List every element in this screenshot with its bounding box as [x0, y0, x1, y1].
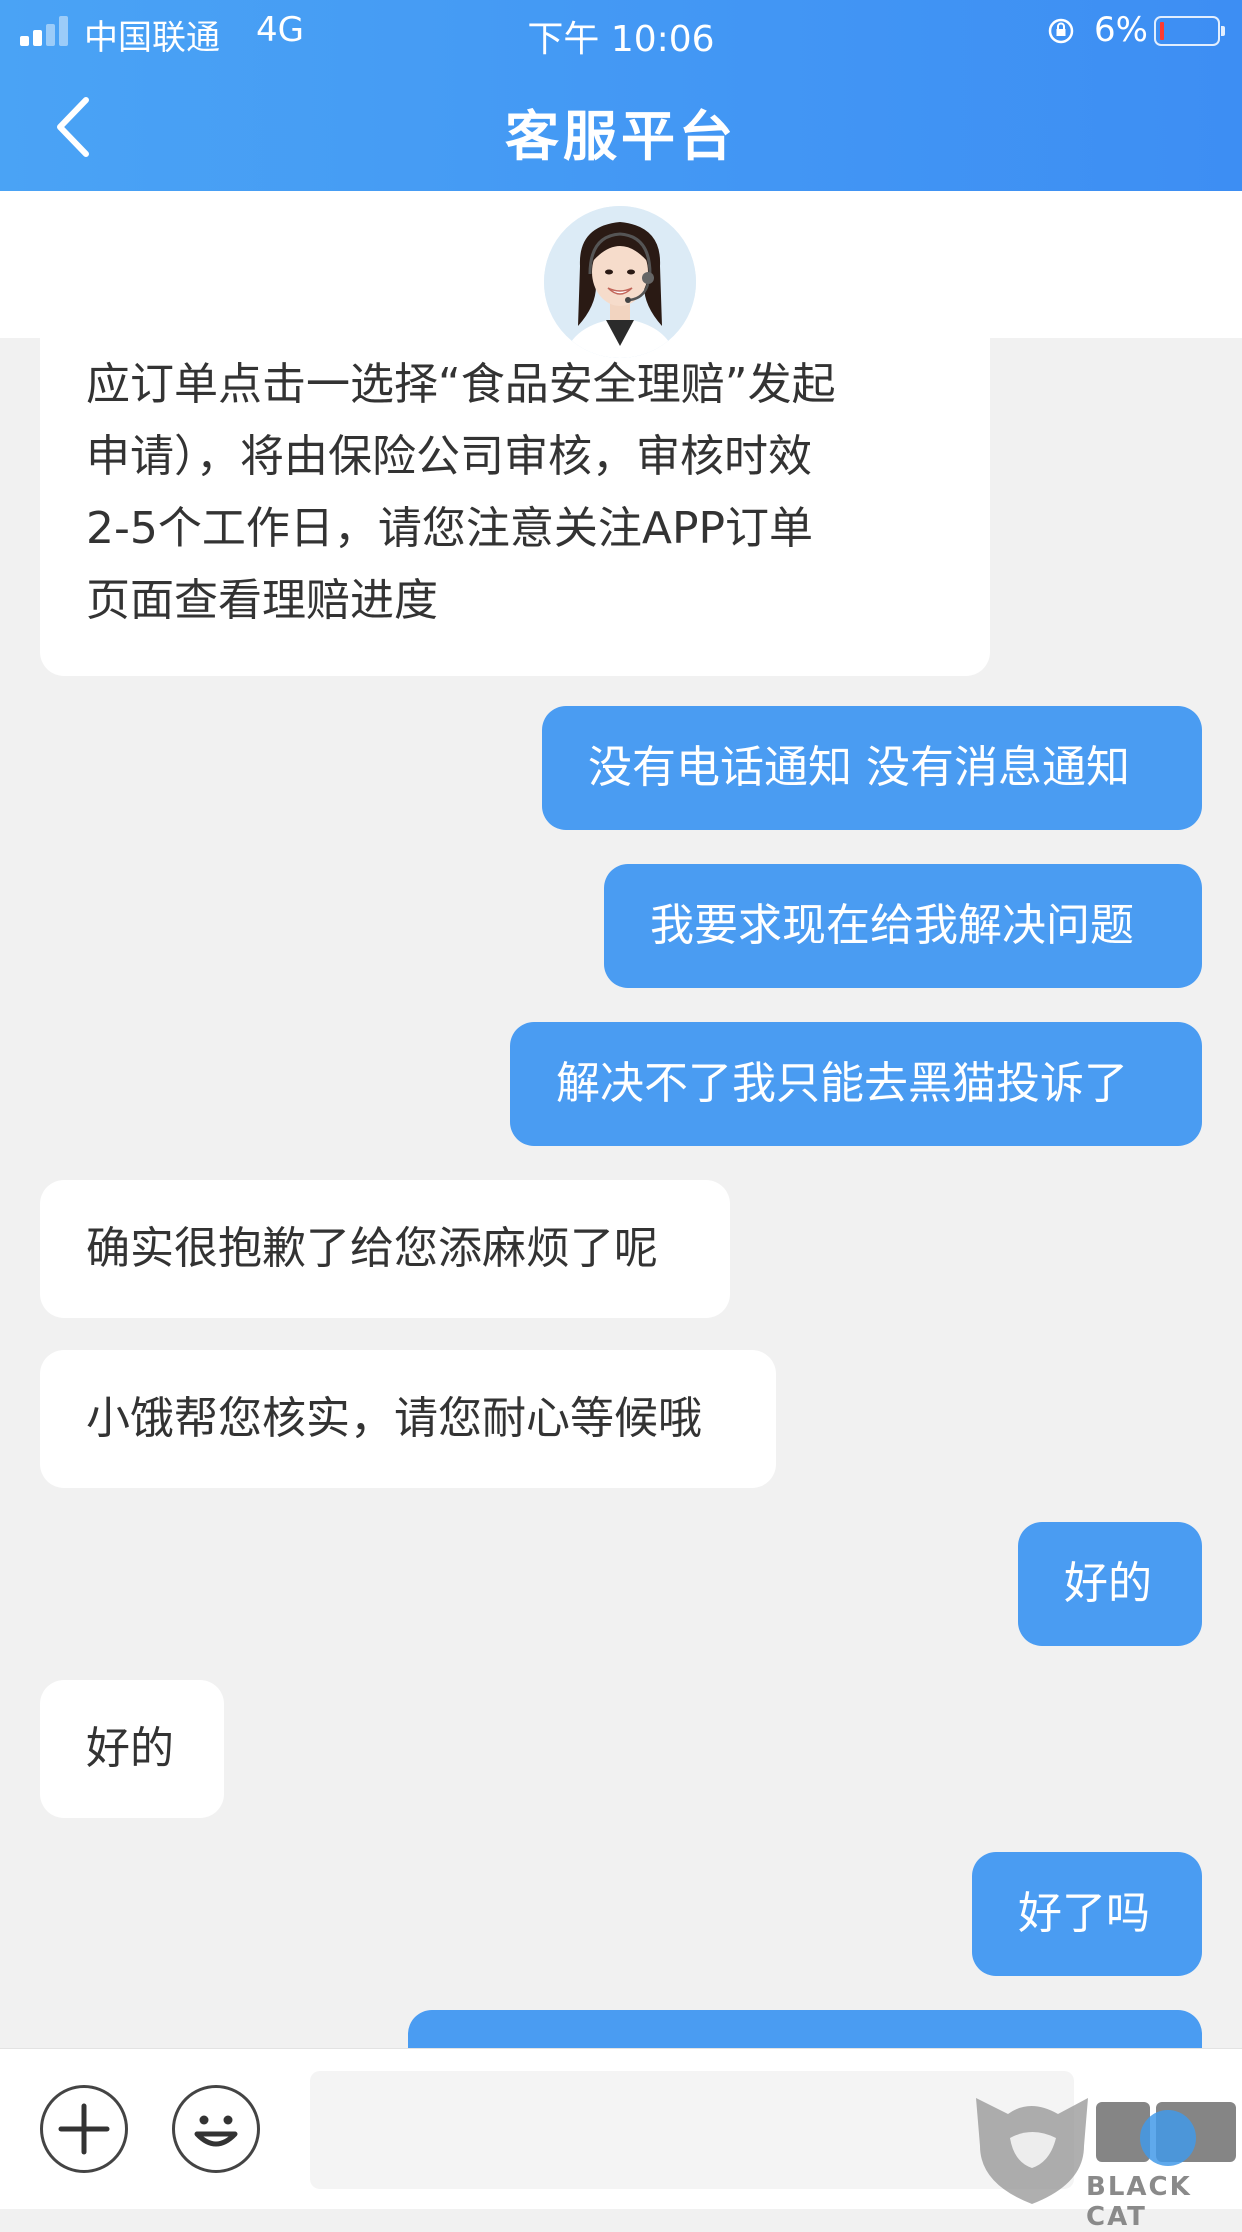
message-input[interactable] — [310, 2071, 1074, 2189]
status-bar: 中国联通 4G 下午 10:06 6% — [0, 0, 1242, 62]
user-message-partial — [408, 2010, 1202, 2048]
message-text: 小饿帮您核实，请您耐心等候哦 — [86, 1393, 702, 1444]
plus-icon — [58, 2103, 110, 2155]
agent-message: 确实很抱歉了给您添麻烦了呢 — [40, 1180, 730, 1318]
message-text: 好的 — [86, 1723, 174, 1774]
emoji-button[interactable] — [172, 2085, 260, 2173]
message-text: 确实很抱歉了给您添麻烦了呢 — [86, 1223, 658, 1274]
watermark-brand-text: BLACK CAT — [1086, 2172, 1192, 2232]
message-line: 2-5个工作日，请您注意关注APP订单 — [86, 503, 814, 554]
add-button[interactable] — [40, 2085, 128, 2173]
agent-avatar-image — [544, 206, 696, 358]
user-message: 解决不了我只能去黑猫投诉了 — [510, 1022, 1202, 1146]
chat-message-list[interactable]: 应订单点击一选择“食品安全理赔”发起 申请），将由保险公司审核，审核时效 2-5… — [0, 338, 1242, 2048]
agent-message: 好的 — [40, 1680, 224, 1818]
smiley-icon — [194, 2115, 238, 2147]
page-title: 客服平台 — [505, 105, 737, 168]
message-text: 我要求现在给我解决问题 — [650, 900, 1134, 951]
rotation-lock-icon — [1048, 18, 1074, 44]
user-message: 好的 — [1018, 1522, 1202, 1646]
message-text: 好的 — [1064, 1558, 1152, 1609]
user-message: 没有电话通知 没有消息通知 — [542, 706, 1202, 830]
message-line: 页面查看理赔进度 — [86, 575, 438, 626]
customer-service-agent-avatar[interactable] — [541, 203, 699, 361]
message-text: 好了吗 — [1018, 1888, 1150, 1939]
user-message: 好了吗 — [972, 1852, 1202, 1976]
message-text: 没有电话通知 没有消息通知 — [588, 742, 1130, 793]
agent-message: 小饿帮您核实，请您耐心等候哦 — [40, 1350, 776, 1488]
message-line: 应订单点击一选择“食品安全理赔”发起 — [86, 359, 836, 410]
user-message: 我要求现在给我解决问题 — [604, 864, 1202, 988]
battery-percentage: 6% — [1094, 10, 1148, 50]
message-text: 解决不了我只能去黑猫投诉了 — [556, 1058, 1128, 1109]
message-line: 申请），将由保险公司审核，审核时效 — [86, 431, 812, 482]
agent-message: 应订单点击一选择“食品安全理赔”发起 申请），将由保险公司审核，审核时效 2-5… — [40, 338, 990, 676]
battery-icon — [1154, 16, 1225, 46]
app-header: 中国联通 4G 下午 10:06 6% 客服平台 — [0, 0, 1242, 191]
